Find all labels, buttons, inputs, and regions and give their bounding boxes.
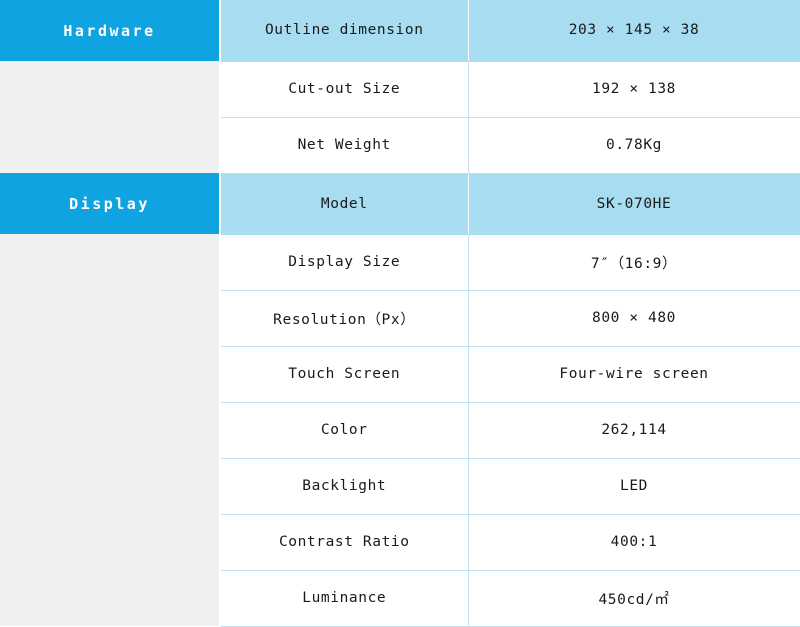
table-row: Backlight LED	[0, 458, 800, 515]
parameter-value-cell: 450cd/㎡	[468, 570, 800, 627]
parameter-name-label: Outline dimension	[264, 22, 424, 39]
parameter-name-label: Color	[320, 422, 368, 438]
parameter-value-label: 450cd/㎡	[598, 591, 670, 608]
parameter-name-label: Luminance	[302, 590, 387, 606]
category-header-cell: Display	[0, 173, 221, 234]
parameter-name-label: Contrast Ratio	[278, 534, 410, 550]
parameter-value-cell: 400:1	[468, 514, 800, 571]
parameter-name-cell: Contrast Ratio	[220, 514, 469, 571]
parameter-value-label: 7″（16:9）	[590, 255, 678, 272]
specification-table-body: Hardware Outline dimension 203 × 145 × 38 C…	[0, 0, 800, 627]
parameter-name-cell: Touch Screen	[220, 346, 469, 403]
category-spacer-cell	[0, 61, 221, 117]
category-spacer-cell	[0, 117, 221, 173]
parameter-value-cell: 262,114	[468, 402, 800, 459]
table-row: Display Size 7″（16:9）	[0, 234, 800, 291]
parameter-value-cell: Four-wire screen	[468, 346, 800, 403]
parameter-value-cell: SK-070HE	[468, 173, 800, 235]
table-row: Luminance 450cd/㎡	[0, 570, 800, 627]
table-row: Color 262,114	[0, 402, 800, 459]
parameter-name-label: Resolution（Px）	[273, 311, 416, 328]
parameter-name-cell: Cut-out Size	[220, 61, 469, 118]
specification-table: Hardware Outline dimension 203 × 145 × 38 C…	[0, 0, 800, 627]
parameter-name-label: Display Size	[288, 254, 401, 270]
category-spacer-cell	[0, 458, 221, 514]
parameter-name-cell: Luminance	[220, 570, 469, 627]
parameter-value-cell: 7″（16:9）	[468, 234, 800, 291]
table-row: Cut-out Size 192 × 138	[0, 61, 800, 118]
parameter-value-cell: 0.78Kg	[468, 117, 800, 174]
table-row: Net Weight 0.78Kg	[0, 117, 800, 174]
category-spacer-cell	[0, 570, 221, 626]
parameter-name-cell: Resolution（Px）	[220, 290, 469, 347]
parameter-name-cell: Outline dimension	[220, 0, 469, 62]
parameter-value-label: 203 × 145 × 38	[568, 22, 700, 39]
parameter-name-cell: Model	[220, 173, 469, 235]
category-spacer-cell	[0, 234, 221, 290]
parameter-value-cell: LED	[468, 458, 800, 515]
parameter-value-label: 400:1	[610, 534, 658, 550]
parameter-name-cell: Display Size	[220, 234, 469, 291]
table-row: Resolution（Px） 800 × 480	[0, 290, 800, 347]
category-spacer-cell	[0, 402, 221, 458]
parameter-value-cell: 192 × 138	[468, 61, 800, 118]
table-row: Contrast Ratio 400:1	[0, 514, 800, 571]
parameter-value-cell: 203 × 145 × 38	[468, 0, 800, 62]
parameter-value-label: 262,114	[601, 422, 667, 438]
parameter-value-label: 800 × 480	[592, 310, 676, 326]
category-label: Display	[69, 194, 150, 213]
parameter-name-label: Touch Screen	[288, 366, 401, 382]
parameter-name-cell: Backlight	[220, 458, 469, 515]
parameter-value-label: SK-070HE	[596, 195, 672, 212]
parameter-name-label: Cut-out Size	[288, 81, 401, 97]
parameter-name-label: Model	[320, 195, 368, 212]
category-spacer-cell	[0, 290, 221, 346]
category-label: Hardware	[63, 21, 156, 40]
parameter-name-label: Net Weight	[297, 137, 391, 153]
parameter-name-label: Backlight	[302, 478, 387, 494]
category-spacer-cell	[0, 346, 221, 402]
parameter-value-label: 192 × 138	[592, 81, 676, 97]
parameter-value-label: LED	[620, 478, 648, 494]
table-row: Display Model SK-070HE	[0, 173, 800, 235]
parameter-value-label: 0.78Kg	[606, 137, 662, 153]
parameter-name-cell: Net Weight	[220, 117, 469, 174]
parameter-value-cell: 800 × 480	[468, 290, 800, 347]
category-header-cell: Hardware	[0, 0, 221, 61]
table-row: Touch Screen Four-wire screen	[0, 346, 800, 403]
parameter-value-label: Four-wire screen	[559, 366, 709, 382]
category-spacer-cell	[0, 514, 221, 570]
table-row: Hardware Outline dimension 203 × 145 × 38	[0, 0, 800, 62]
parameter-name-cell: Color	[220, 402, 469, 459]
